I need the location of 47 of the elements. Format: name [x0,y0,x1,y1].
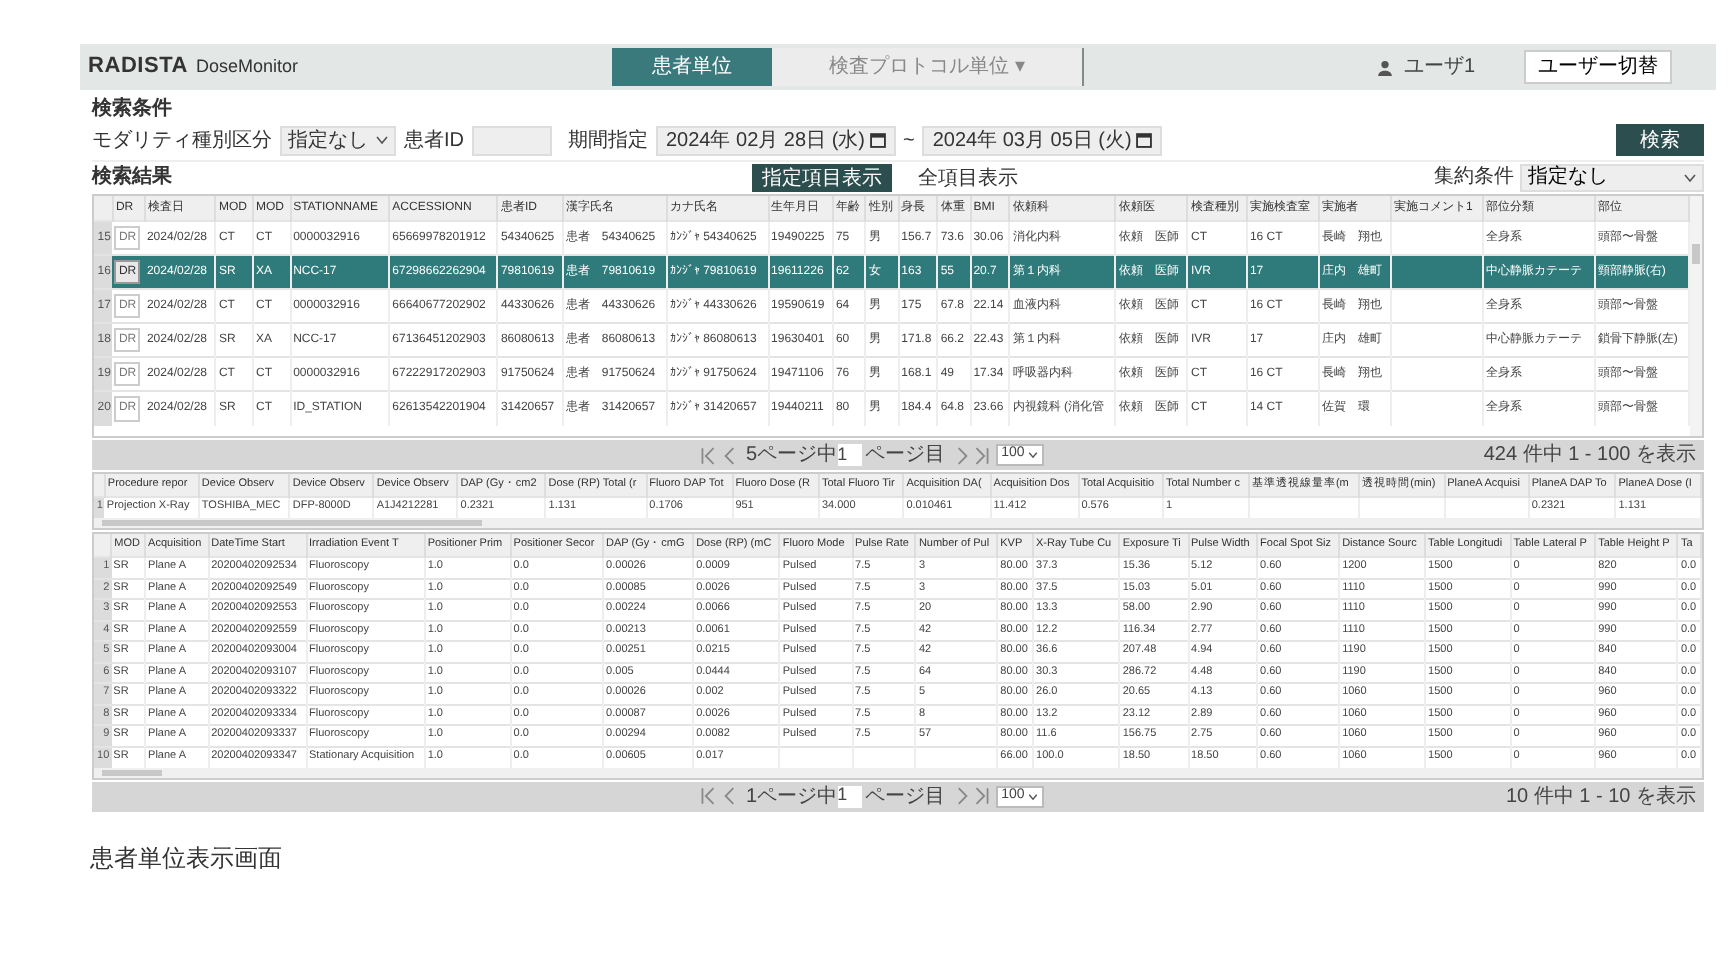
chevron-down-icon [1028,793,1039,800]
range-separator: ~ [903,127,915,155]
vertical-scrollbar[interactable] [1690,196,1702,436]
last-page-icon[interactable] [973,786,990,807]
user-name: ユーザ1 [1404,54,1478,82]
caption: 患者単位表示画面 [90,841,284,876]
patient-id-field[interactable] [472,125,552,155]
horizontal-scrollbar[interactable] [94,517,1702,528]
first-page-icon[interactable] [700,445,716,465]
date-to-field[interactable]: 2024年 03月 05日 (火) [922,125,1162,155]
page-count: 1ページ中 [746,783,838,812]
section-title: 検索結果 [92,163,174,192]
date-from-field[interactable]: 2024年 02月 28日 (水) [656,125,895,155]
previous-page-icon[interactable] [722,445,738,465]
aggregate-dropdown[interactable]: 指定なし [1520,163,1704,191]
field-label: 期間指定 [568,127,648,155]
modality-dropdown[interactable]: 指定なし [280,125,396,155]
switch-user-button[interactable]: ユーザー切替 [1524,50,1672,84]
calendar-icon [869,132,885,148]
user-icon [1378,59,1392,75]
first-page-icon[interactable] [700,786,716,807]
field-label: 患者ID [404,127,464,155]
next-page-icon[interactable] [953,445,970,465]
previous-page-icon[interactable] [722,786,738,807]
section-title: 検索条件 [92,95,174,124]
app-name: DoseMonitor [196,54,299,81]
chevron-down-icon [376,136,388,144]
calendar-icon [1135,132,1152,148]
horizontal-scrollbar[interactable] [94,767,1702,778]
chevron-down-icon [1684,173,1696,181]
field-label: モダリティ種別区分 [92,127,272,155]
view-toggle[interactable]: 全項目表示 [908,163,1028,191]
next-page-icon[interactable] [953,786,970,807]
page-suffix: ページ目 [865,783,946,812]
page-field[interactable]: 1 [837,785,862,808]
record-summary: 10 件中 1 - 10 を表示 [1505,783,1696,812]
record-summary: 424 件中 1 - 100 を表示 [1483,441,1696,470]
page-suffix: ページ目 [865,442,946,470]
field-label: 集約条件 [1434,164,1514,192]
tab[interactable]: 患者単位 [612,48,772,86]
chevron-down-icon [1028,452,1039,458]
page-field[interactable]: 1 [837,444,862,466]
view-toggle[interactable]: 指定項目表示 [752,163,892,191]
logo-text: RADISTA [88,52,188,83]
last-page-icon[interactable] [973,445,990,465]
search-button[interactable]: 検索 [1616,124,1704,156]
page-count: 5ページ中 [746,441,838,470]
